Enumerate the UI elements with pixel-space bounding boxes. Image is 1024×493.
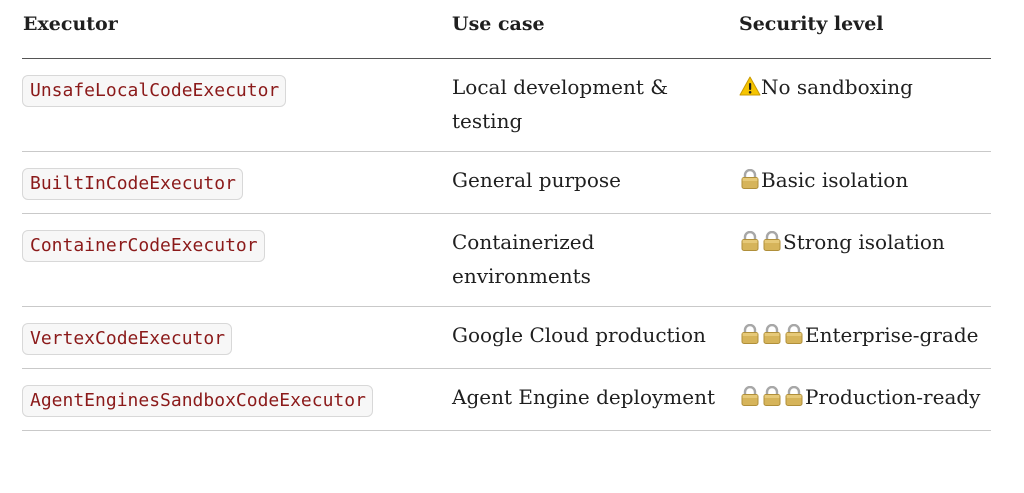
table-row: BuiltInCodeExecutor General purpose Basic … (22, 151, 991, 214)
table-row: ContainerCodeExecutor Containerized envir… (22, 213, 991, 307)
security-level-cell: Basic isolation (739, 151, 991, 214)
header-executor: Executor (22, 0, 452, 59)
security-level-text: Basic isolation (761, 168, 909, 192)
use-case-cell: Containerized environments (452, 213, 739, 307)
executor-name-code: UnsafeLocalCodeExecutor (22, 75, 287, 107)
lock-icon (761, 324, 783, 344)
use-case-cell: Google Cloud production (452, 306, 739, 369)
security-level-text: Strong isolation (783, 230, 945, 254)
security-level-cell: Production-ready (739, 368, 991, 431)
lock-icon (739, 324, 761, 344)
executor-table: Executor Use case Security level UnsafeL… (22, 0, 991, 431)
executor-cell: VertexCodeExecutor (22, 306, 452, 369)
lock-icon (761, 386, 783, 406)
security-level-cell: Enterprise-grade (739, 306, 991, 369)
lock-icon (761, 231, 783, 251)
executor-name-code: ContainerCodeExecutor (22, 230, 265, 262)
executor-cell: BuiltInCodeExecutor (22, 151, 452, 214)
executor-cell: AgentEnginesSandboxCodeExecutor (22, 368, 452, 431)
executor-cell: ContainerCodeExecutor (22, 213, 452, 307)
table-header-row: Executor Use case Security level (22, 0, 991, 59)
security-level-cell: Strong isolation (739, 213, 991, 307)
lock-icon (739, 169, 761, 189)
executor-cell: UnsafeLocalCodeExecutor (22, 58, 452, 152)
lock-icon (739, 386, 761, 406)
security-level-text: Production-ready (805, 385, 981, 409)
lock-icon (739, 231, 761, 251)
executor-name-code: AgentEnginesSandboxCodeExecutor (22, 385, 373, 417)
lock-icon (783, 324, 805, 344)
lock-icon (783, 386, 805, 406)
executor-name-code: BuiltInCodeExecutor (22, 168, 243, 200)
header-use-case: Use case (452, 0, 739, 59)
warning-icon (739, 76, 761, 96)
table-row: AgentEnginesSandboxCodeExecutor Agent Eng… (22, 368, 991, 431)
table-row: VertexCodeExecutor Google Cloud productio… (22, 306, 991, 369)
security-level-cell: No sandboxing (739, 58, 991, 152)
security-level-text: Enterprise-grade (805, 323, 979, 347)
use-case-cell: Agent Engine deployment (452, 368, 739, 431)
security-level-text: No sandboxing (761, 75, 913, 99)
executor-name-code: VertexCodeExecutor (22, 323, 233, 355)
use-case-cell: Local development & testing (452, 58, 739, 152)
use-case-cell: General purpose (452, 151, 739, 214)
table-row: UnsafeLocalCodeExecutor Local development… (22, 58, 991, 152)
header-security-level: Security level (739, 0, 991, 59)
